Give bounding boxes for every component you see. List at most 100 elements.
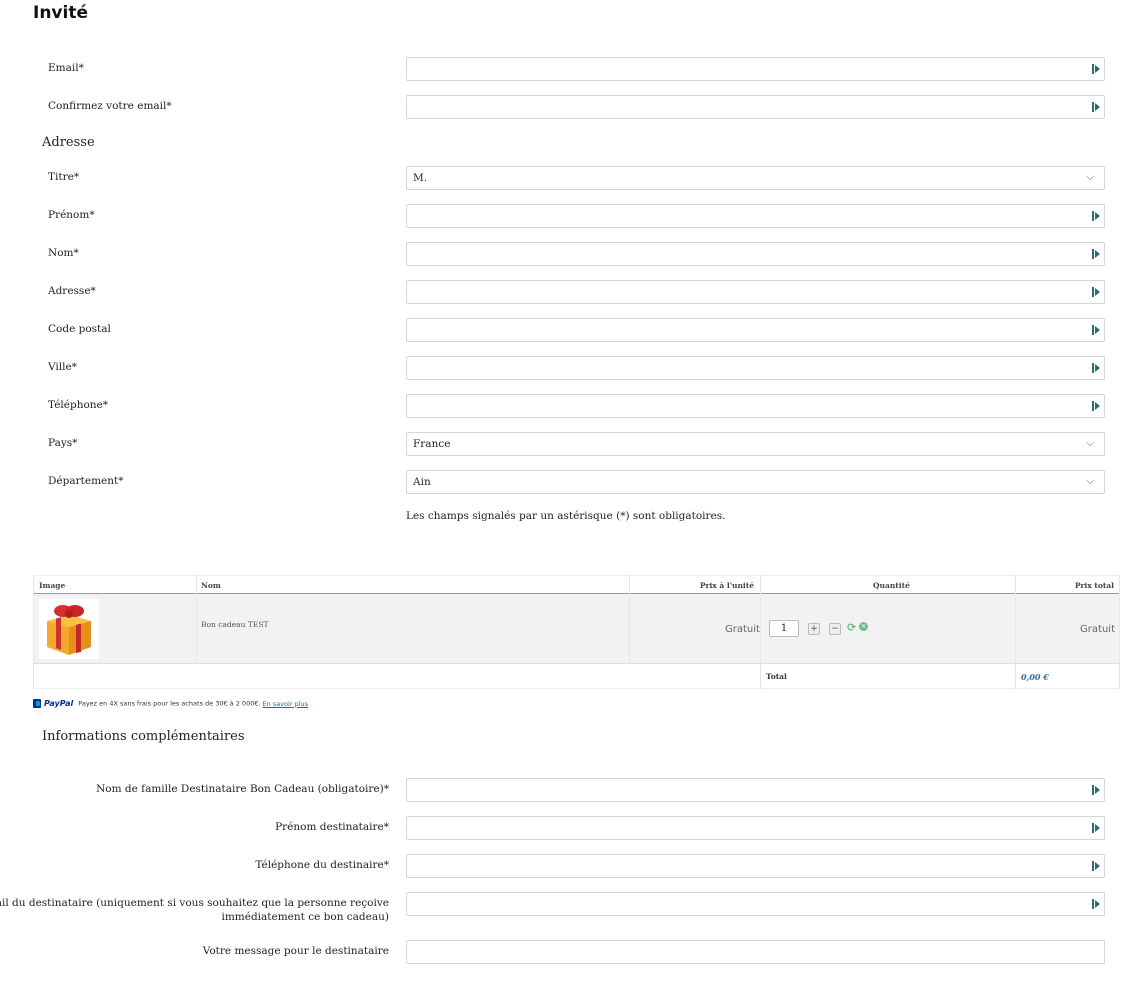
autofill-key-icon[interactable]	[1092, 63, 1101, 75]
header-name: Nom	[201, 581, 221, 590]
city-label: Ville*	[48, 361, 77, 373]
city-row: Ville*	[0, 356, 1137, 380]
address-section-title: Adresse	[42, 135, 95, 150]
recipient-message-row: Votre message pour le destinataire	[0, 940, 1137, 964]
autofill-key-icon[interactable]	[1092, 210, 1101, 222]
postcode-label: Code postal	[48, 323, 111, 335]
page-title: Invité	[33, 3, 88, 23]
remove-icon[interactable]: ×	[859, 622, 868, 631]
column-divider	[33, 575, 34, 689]
autofill-key-icon[interactable]	[1092, 860, 1101, 872]
quantity-input[interactable]: 1	[769, 620, 799, 637]
autofill-key-icon[interactable]	[1092, 784, 1101, 796]
recipient-lastname-label: Nom de famille Destinataire Bon Cadeau (…	[96, 783, 389, 795]
header-quantity: Quantité	[873, 581, 910, 590]
autofill-key-icon[interactable]	[1092, 286, 1101, 298]
email-label: Email*	[48, 62, 84, 74]
email-row: Email*	[0, 57, 1137, 81]
paypal-brand: PayPal	[44, 699, 74, 708]
recipient-message-textarea[interactable]	[406, 940, 1105, 964]
recipient-phone-input[interactable]	[406, 854, 1105, 878]
postcode-input[interactable]	[406, 318, 1105, 342]
recipient-mail-label-line1: mail du destinataire (uniquement si vous…	[0, 897, 389, 909]
paypal-text: Payez en 4X sans frais pour les achats d…	[78, 699, 261, 708]
paypal-learn-more-link[interactable]: En savoir plus	[263, 700, 308, 708]
chevron-down-icon: ⌵	[1086, 438, 1094, 449]
address-label: Adresse*	[48, 285, 96, 297]
autofill-key-icon[interactable]	[1092, 324, 1101, 336]
autofill-key-icon[interactable]	[1092, 248, 1101, 260]
recipient-firstname-label: Prénom destinataire*	[275, 821, 389, 833]
firstname-row: Prénom*	[0, 204, 1137, 228]
recipient-phone-label: Téléphone du destinaire*	[255, 859, 389, 871]
country-select-value: France	[413, 438, 451, 450]
city-input[interactable]	[406, 356, 1105, 380]
autofill-key-icon[interactable]	[1092, 822, 1101, 834]
chevron-down-icon: ⌵	[1086, 172, 1094, 183]
address-row: Adresse*	[0, 280, 1137, 304]
item-name: Bon cadeau TEST	[201, 620, 269, 629]
confirm-email-label: Confirmez votre email*	[48, 100, 172, 112]
refresh-icon[interactable]: ⟳	[847, 621, 856, 634]
recipient-lastname-input[interactable]	[406, 778, 1105, 802]
address-input[interactable]	[406, 280, 1105, 304]
confirm-email-input[interactable]	[406, 95, 1105, 119]
phone-label: Téléphone*	[48, 399, 109, 411]
firstname-input[interactable]	[406, 204, 1105, 228]
item-unit-price: Gratuit	[725, 624, 760, 635]
title-label: Titre*	[48, 171, 80, 183]
cart-total-label: Total	[766, 672, 787, 681]
country-select[interactable]: France ⌵	[406, 432, 1105, 456]
header-image: Image	[39, 581, 66, 590]
email-input[interactable]	[406, 57, 1105, 81]
lastname-input[interactable]	[406, 242, 1105, 266]
cart-table: Image Nom Prix à l'unité Quantité Prix t…	[33, 575, 1120, 689]
lastname-row: Nom*	[0, 242, 1137, 266]
header-total-price: Prix total	[1074, 581, 1114, 590]
department-label: Département*	[48, 475, 124, 487]
department-row: Département* Ain ⌵	[0, 470, 1137, 494]
recipient-lastname-row: Nom de famille Destinataire Bon Cadeau (…	[0, 778, 1137, 802]
paypal-banner: PayPal Payez en 4X sans frais pour les ac…	[33, 699, 308, 711]
cart-total-row: Total 0,00 €	[33, 664, 1120, 689]
recipient-firstname-row: Prénom destinataire*	[0, 816, 1137, 840]
country-row: Pays* France ⌵	[0, 432, 1137, 456]
column-divider	[629, 575, 630, 664]
postcode-row: Code postal	[0, 318, 1137, 342]
recipient-mail-label-line2: immédiatement ce bon cadeau)	[221, 911, 389, 923]
cart-total-value: 0,00 €	[1021, 672, 1049, 682]
recipient-firstname-input[interactable]	[406, 816, 1105, 840]
paypal-logo-icon	[33, 699, 41, 708]
autofill-key-icon[interactable]	[1092, 898, 1101, 910]
autofill-key-icon[interactable]	[1092, 101, 1101, 113]
department-select[interactable]: Ain ⌵	[406, 470, 1105, 494]
quantity-increase-button[interactable]: +	[808, 623, 820, 635]
column-divider	[1015, 575, 1016, 689]
column-divider	[1119, 575, 1120, 689]
confirm-email-row: Confirmez votre email*	[0, 95, 1137, 119]
phone-input[interactable]	[406, 394, 1105, 418]
recipient-phone-row: Téléphone du destinaire*	[0, 854, 1137, 878]
chevron-down-icon: ⌵	[1086, 476, 1094, 487]
title-select-value: M.	[413, 172, 428, 184]
title-select[interactable]: M. ⌵	[406, 166, 1105, 190]
quantity-decrease-button[interactable]: −	[829, 623, 841, 635]
recipient-mail-input[interactable]	[406, 892, 1105, 916]
extra-info-section-title: Informations complémentaires	[42, 729, 245, 744]
phone-row: Téléphone*	[0, 394, 1137, 418]
recipient-message-label: Votre message pour le destinataire	[202, 945, 389, 957]
lastname-label: Nom*	[48, 247, 79, 259]
country-label: Pays*	[48, 437, 78, 449]
title-row: Titre* M. ⌵	[0, 166, 1137, 190]
header-unit-price: Prix à l'unité	[699, 581, 754, 590]
column-divider	[760, 575, 761, 689]
gift-box-image	[39, 599, 99, 659]
column-divider	[196, 575, 197, 664]
firstname-label: Prénom*	[48, 209, 95, 221]
autofill-key-icon[interactable]	[1092, 400, 1101, 412]
recipient-mail-row: mail du destinataire (uniquement si vous…	[0, 892, 1137, 923]
department-select-value: Ain	[413, 476, 431, 488]
item-line-total: Gratuit	[1080, 624, 1115, 635]
required-fields-note: Les champs signalés par un astérisque (*…	[406, 510, 726, 522]
autofill-key-icon[interactable]	[1092, 362, 1101, 374]
